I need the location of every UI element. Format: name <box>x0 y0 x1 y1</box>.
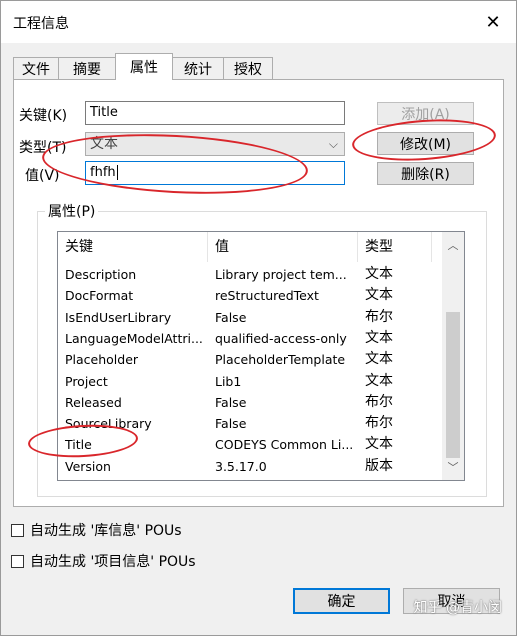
table-row[interactable]: SourceLibrary False 布尔 <box>58 413 442 434</box>
row-key: Project <box>65 373 108 389</box>
column-header-type[interactable]: 类型 <box>358 232 432 262</box>
type-select[interactable]: 文本 ⌵ <box>85 132 345 156</box>
row-key: Placeholder <box>65 352 139 368</box>
properties-group-legend: 属性(P) <box>45 201 99 221</box>
table-row[interactable]: Title CODEYS Common Li... 文本 <box>58 434 442 455</box>
type-select-value: 文本 <box>90 136 118 152</box>
key-label: 关键(K) <box>19 108 68 124</box>
close-icon: ✕ <box>485 11 501 33</box>
modify-button[interactable]: 修改(M) <box>377 132 474 155</box>
row-key: Released <box>65 394 122 410</box>
table-row[interactable]: Placeholder PlaceholderTemplate 文本 <box>58 349 442 370</box>
table-row[interactable]: DocFormat reStructuredText 文本 <box>58 285 442 306</box>
row-value: False <box>215 394 247 410</box>
column-header-value[interactable]: 值 <box>208 232 358 262</box>
row-key: Description <box>65 267 137 282</box>
table-row[interactable]: Description Library project tem... 文本 <box>58 264 442 285</box>
scroll-down-button[interactable]: ﹀ <box>442 456 464 478</box>
checkbox-box[interactable] <box>11 554 24 568</box>
row-value: PlaceholderTemplate <box>215 352 346 368</box>
row-key: SourceLibrary <box>65 416 152 432</box>
tab-statistics[interactable]: 统计 <box>172 57 224 79</box>
table-row[interactable]: LanguageModelAttri... qualified-access-o… <box>58 328 442 349</box>
table-row[interactable]: IsEndUserLibrary False 布尔 <box>58 307 442 328</box>
row-value: False <box>215 309 247 325</box>
row-value: False <box>215 416 247 432</box>
row-type: 版本 <box>365 457 393 474</box>
vertical-scrollbar[interactable]: ︿ ﹀ <box>442 232 464 480</box>
row-key: Title <box>65 437 92 453</box>
row-type: 文本 <box>365 329 393 346</box>
text-caret <box>116 165 118 180</box>
list-header: 关键 值 类型 <box>58 232 442 262</box>
add-button[interactable]: 添加(A) <box>377 102 474 125</box>
auto-gen-project-info-checkbox[interactable]: 自动生成 '项目信息' POUs <box>11 551 196 571</box>
table-row[interactable]: Released False 布尔 <box>58 392 442 413</box>
row-type: 布尔 <box>365 415 393 432</box>
auto-gen-library-info-checkbox[interactable]: 自动生成 '库信息' POUs <box>11 520 182 540</box>
chevron-up-icon: ︿ <box>447 239 459 252</box>
row-type: 布尔 <box>365 308 393 325</box>
scroll-thumb[interactable] <box>446 312 460 458</box>
value-input-text: fhfh <box>90 165 116 180</box>
row-type: 文本 <box>365 351 393 368</box>
row-type: 文本 <box>365 436 393 453</box>
scroll-up-button[interactable]: ︿ <box>442 234 464 256</box>
type-label: 类型(T) <box>19 140 67 156</box>
tab-properties[interactable]: 属性 <box>115 53 173 80</box>
row-value: reStructuredText <box>215 288 319 304</box>
row-key: IsEndUserLibrary <box>65 309 172 325</box>
table-row[interactable]: Project Lib1 文本 <box>58 371 442 392</box>
watermark: 知乎 @青小闵 <box>413 600 502 616</box>
row-value: qualified-access-only <box>215 330 347 346</box>
row-value: Lib1 <box>215 373 242 389</box>
row-key: DocFormat <box>65 288 134 304</box>
chevron-down-icon: ⌵ <box>328 137 338 151</box>
properties-list[interactable]: 关键 值 类型 Description Library project tem.… <box>57 231 465 481</box>
row-type: 文本 <box>365 287 393 304</box>
tab-file[interactable]: 文件 <box>13 57 59 79</box>
column-header-key[interactable]: 关键 <box>58 232 208 262</box>
row-key: Version <box>65 458 111 474</box>
value-label: 值(V) <box>25 168 60 184</box>
checkbox-box[interactable] <box>11 523 24 537</box>
close-button[interactable]: ✕ <box>470 1 516 43</box>
row-value: 3.5.17.0 <box>215 458 267 474</box>
row-type: 布尔 <box>365 393 393 410</box>
value-input[interactable]: fhfh <box>85 161 345 185</box>
dialog-title: 工程信息 <box>13 16 69 32</box>
row-type: 文本 <box>365 266 393 282</box>
tab-license[interactable]: 授权 <box>223 57 273 79</box>
checkbox-label: 自动生成 '项目信息' POUs <box>30 554 196 570</box>
table-row[interactable]: Version 3.5.17.0 版本 <box>58 456 442 477</box>
row-type: 文本 <box>365 372 393 389</box>
ok-button[interactable]: 确定 <box>293 588 390 614</box>
checkbox-label: 自动生成 '库信息' POUs <box>30 523 182 539</box>
key-input[interactable]: Title <box>85 101 345 125</box>
project-info-dialog: 工程信息 ✕ 文件 摘要 属性 统计 授权 关键(K) Title 类型(T) … <box>0 0 517 636</box>
delete-button[interactable]: 删除(R) <box>377 162 474 185</box>
title-bar: 工程信息 ✕ <box>1 1 516 43</box>
chevron-down-icon: ﹀ <box>447 461 459 474</box>
row-key: LanguageModelAttri... <box>65 330 203 346</box>
row-value: Library project tem... <box>215 267 347 282</box>
row-value: CODEYS Common Li... <box>215 437 354 453</box>
tab-summary[interactable]: 摘要 <box>58 57 116 79</box>
